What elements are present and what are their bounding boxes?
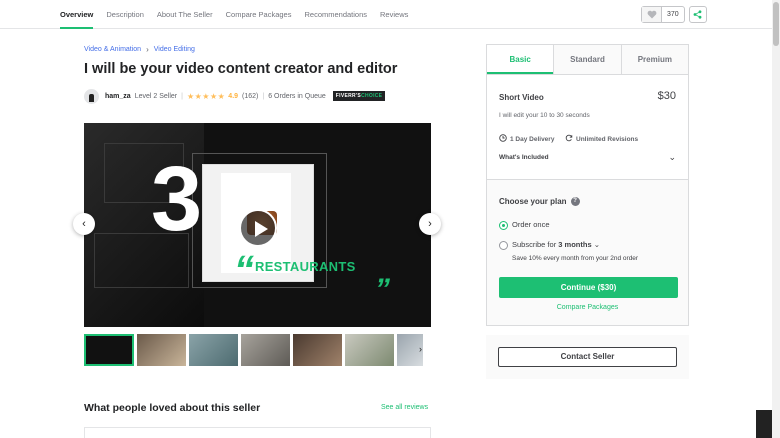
subscription-save-note: Save 10% every month from your 2nd order — [512, 255, 639, 262]
gig-gallery-slide[interactable]: 3 “ RESTAURANTS ” — [84, 123, 431, 327]
subscribe-label: Subscribe for — [512, 240, 557, 249]
gallery-thumbnail[interactable] — [241, 334, 290, 366]
gallery-thumbnail[interactable] — [293, 334, 342, 366]
gig-nav-bar: Overview Description About The Seller Co… — [0, 0, 772, 29]
gallery-thumbnail[interactable] — [137, 334, 186, 366]
delivery-time: 1 Day Delivery — [499, 134, 554, 144]
breadcrumb: Video & Animation › Video Editing — [84, 45, 195, 54]
breadcrumb-subcategory[interactable]: Video Editing — [154, 46, 195, 53]
package-price: $30 — [657, 90, 676, 102]
clock-icon — [499, 134, 507, 144]
contact-seller-button[interactable]: Contact Seller — [498, 347, 677, 367]
seller-overview: ham_za Level 2 Seller | ★★★★★ 4.9 (162) … — [84, 88, 386, 104]
thumbnails-next-icon[interactable]: › — [419, 344, 422, 354]
order-once-radio[interactable] — [499, 221, 508, 230]
seller-level: Level 2 Seller — [134, 92, 178, 100]
scrollbar-thumb[interactable] — [773, 2, 779, 46]
nav-tabs: Overview Description About The Seller Co… — [60, 0, 421, 29]
seller-name[interactable]: ham_za — [105, 93, 131, 100]
badge-prefix: FIVERR'S — [335, 93, 362, 99]
chevron-right-icon: › — [428, 218, 432, 230]
rating-score: 4.9 — [228, 92, 239, 100]
orders-in-queue: 6 Orders in Queue — [268, 92, 326, 100]
like-count: 370 — [667, 11, 679, 18]
star-rating-icon: ★★★★★ — [186, 91, 226, 101]
tab-description[interactable]: Description — [106, 0, 144, 29]
chat-widget[interactable] — [756, 410, 772, 438]
tab-recommendations[interactable]: Recommendations — [304, 0, 367, 29]
revisions-label: Unlimited Revisions — [576, 135, 639, 143]
gallery-thumbnail[interactable] — [189, 334, 238, 366]
package-tabs: Basic Standard Premium — [487, 45, 688, 75]
page-scrollbar[interactable] — [772, 0, 780, 438]
divider: | — [262, 92, 265, 100]
compare-packages-link[interactable]: Compare Packages — [487, 304, 688, 311]
share-icon — [693, 6, 702, 24]
gallery-prev-button[interactable]: ‹ — [73, 213, 95, 235]
gallery-thumbnail[interactable] — [345, 334, 394, 366]
breadcrumb-category[interactable]: Video & Animation — [84, 46, 141, 53]
chevron-left-icon: ‹ — [82, 218, 86, 230]
chevron-right-icon: › — [146, 45, 149, 54]
divider: | — [181, 92, 183, 100]
badge-suffix: CHOICE — [361, 93, 383, 99]
tab-basic[interactable]: Basic — [487, 45, 554, 74]
revisions: Unlimited Revisions — [565, 134, 638, 144]
gig-title: I will be your video content creator and… — [84, 61, 398, 77]
seller-avatar[interactable] — [84, 88, 99, 104]
review-card — [84, 427, 431, 438]
play-icon[interactable] — [239, 209, 277, 247]
gallery-next-button[interactable]: › — [419, 213, 441, 235]
gallery-thumbnails — [84, 334, 423, 366]
whats-included-toggle[interactable]: What's Included — [499, 154, 549, 161]
package-description: I will edit your 10 to 30 seconds — [499, 112, 590, 119]
quote-close-icon: ” — [375, 273, 390, 306]
help-icon[interactable]: ? — [570, 197, 580, 206]
delivery-label: 1 Day Delivery — [510, 135, 555, 143]
like-button[interactable]: 370 — [641, 6, 685, 23]
fiverrs-choice-badge: FIVERR'SCHOICE — [332, 91, 386, 101]
order-once-label[interactable]: Order once — [512, 220, 550, 229]
chevron-down-icon[interactable]: ⌄ — [668, 152, 676, 163]
tab-standard[interactable]: Standard — [553, 45, 621, 74]
tab-compare-packages[interactable]: Compare Packages — [226, 0, 292, 29]
package-name: Short Video — [499, 93, 544, 102]
tab-reviews[interactable]: Reviews — [380, 0, 408, 29]
tab-premium[interactable]: Premium — [620, 45, 688, 74]
gallery-thumbnail[interactable] — [84, 334, 134, 366]
subscribe-duration[interactable]: 3 months — [558, 240, 591, 249]
share-button[interactable] — [688, 6, 707, 24]
tab-about-seller[interactable]: About The Seller — [157, 0, 213, 29]
quote-open-icon: “ — [234, 248, 254, 292]
slide-caption: RESTAURANTS — [255, 259, 356, 274]
package-panel: Basic Standard Premium Short Video $30 I… — [486, 44, 689, 326]
choose-plan-label: Choose your plan — [499, 197, 567, 206]
heart-icon — [642, 7, 662, 22]
subscribe-radio[interactable] — [499, 241, 508, 250]
see-all-reviews-link[interactable]: See all reviews — [381, 404, 428, 411]
subscribe-option[interactable]: Subscribe for 3 months ⌄ — [512, 240, 600, 249]
contact-seller-section: Contact Seller — [486, 335, 689, 379]
chevron-down-icon[interactable]: ⌄ — [594, 240, 600, 249]
refresh-icon — [565, 134, 573, 144]
slide-number: 3 — [151, 148, 203, 250]
rating-count[interactable]: (162) — [242, 93, 258, 100]
reviews-heading: What people loved about this seller — [84, 402, 261, 414]
tab-overview[interactable]: Overview — [60, 0, 94, 29]
choose-plan-heading: Choose your plan ? — [499, 197, 580, 206]
continue-button[interactable]: Continue ($30) — [499, 277, 678, 298]
